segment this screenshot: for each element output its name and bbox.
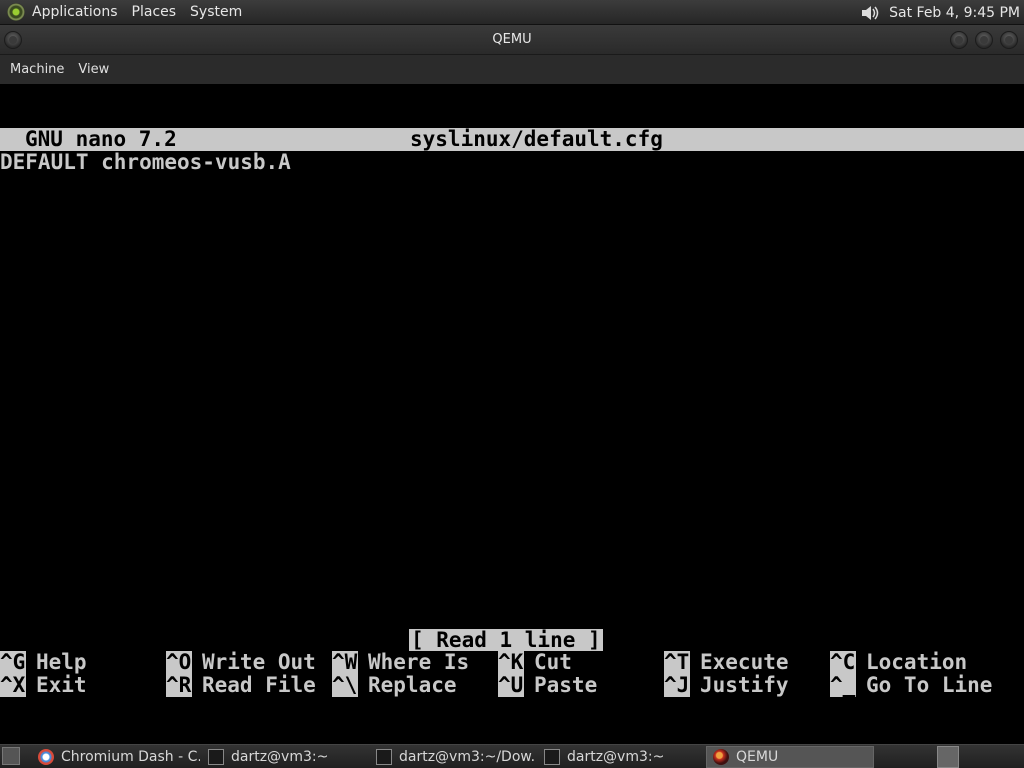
- shortcut-key: ^G: [0, 650, 26, 674]
- shortcut-location[interactable]: ^C Location: [830, 651, 967, 674]
- maximize-button[interactable]: [975, 31, 993, 49]
- shortcut-key: ^X: [0, 673, 26, 697]
- task-qemu[interactable]: QEMU: [706, 746, 874, 768]
- window-titlebar[interactable]: QEMU: [0, 25, 1024, 55]
- applications-menu[interactable]: Applications: [25, 0, 125, 25]
- shortcut-where-is[interactable]: ^W Where Is: [332, 651, 469, 674]
- taskbar: Chromium Dash - C... dartz@vm3:~ dartz@v…: [0, 744, 1024, 768]
- chromium-icon: [38, 749, 54, 765]
- task-label: dartz@vm3:~: [231, 749, 329, 765]
- shortcut-label: Go To Line: [866, 673, 993, 697]
- shortcut-label: Write Out: [202, 650, 316, 674]
- task-chromium[interactable]: Chromium Dash - C...: [32, 746, 200, 768]
- nano-title-bar: GNU nano 7.2 syslinux/default.cfg: [0, 128, 1024, 151]
- shortcut-label: Paste: [534, 673, 598, 697]
- shortcut-label: Where Is: [368, 650, 470, 674]
- shortcut-go-to-line[interactable]: ^_ Go To Line: [830, 674, 992, 697]
- clock[interactable]: Sat Feb 4, 9:45 PM: [889, 5, 1020, 21]
- shortcut-key: ^T: [664, 650, 690, 674]
- show-desktop-icon[interactable]: [2, 747, 20, 765]
- task-terminal-2[interactable]: dartz@vm3:~/Dow...: [370, 746, 536, 768]
- nano-status-message: [ Read 1 line ]: [409, 628, 603, 652]
- panel-tray: Sat Feb 4, 9:45 PM: [859, 0, 1020, 25]
- workspace-qemu-icon[interactable]: [937, 746, 959, 768]
- shortcut-label: Justify: [700, 673, 789, 697]
- qemu-icon: [713, 749, 729, 765]
- shortcut-key: ^R: [166, 673, 192, 697]
- nano-filename: syslinux/default.cfg: [410, 127, 663, 151]
- file-content-line[interactable]: DEFAULT chromeos-vusb.A: [0, 151, 291, 174]
- shortcut-label: Replace: [368, 673, 457, 697]
- shortcut-key: ^C: [830, 650, 856, 674]
- gnome-foot-icon[interactable]: [7, 3, 25, 21]
- shortcut-key: ^J: [664, 673, 690, 697]
- task-terminal-1[interactable]: dartz@vm3:~: [202, 746, 368, 768]
- shortcut-key: ^_: [830, 673, 856, 697]
- window-title: QEMU: [492, 32, 532, 47]
- shortcut-label: Location: [866, 650, 968, 674]
- nano-version: GNU nano 7.2: [25, 127, 177, 151]
- terminal-icon: [376, 749, 392, 765]
- shortcut-key: ^W: [332, 650, 358, 674]
- task-label: QEMU: [736, 749, 779, 765]
- terminal-icon: [208, 749, 224, 765]
- close-button[interactable]: [1000, 31, 1018, 49]
- vm-display[interactable]: GNU nano 7.2 syslinux/default.cfg DEFAUL…: [0, 84, 1024, 697]
- system-menu[interactable]: System: [183, 0, 249, 25]
- task-label: dartz@vm3:~: [567, 749, 665, 765]
- shortcut-execute[interactable]: ^T Execute: [664, 651, 789, 674]
- shortcut-key: ^K: [498, 650, 524, 674]
- task-label: dartz@vm3:~/Dow...: [399, 749, 536, 765]
- places-menu[interactable]: Places: [125, 0, 184, 25]
- terminal-icon: [544, 749, 560, 765]
- machine-menu[interactable]: Machine: [3, 55, 71, 84]
- task-terminal-3[interactable]: dartz@vm3:~: [538, 746, 704, 768]
- shortcut-help[interactable]: ^G Help: [0, 651, 87, 674]
- shortcut-replace[interactable]: ^\ Replace: [332, 674, 457, 697]
- shortcut-paste[interactable]: ^U Paste: [498, 674, 597, 697]
- shortcut-write-out[interactable]: ^O Write Out: [166, 651, 316, 674]
- shortcut-read-file[interactable]: ^R Read File: [166, 674, 316, 697]
- shortcut-exit[interactable]: ^X Exit: [0, 674, 87, 697]
- shortcut-label: Help: [36, 650, 87, 674]
- task-label: Chromium Dash - C...: [61, 749, 200, 765]
- volume-icon[interactable]: [859, 2, 881, 24]
- shortcut-label: Cut: [534, 650, 572, 674]
- shortcut-justify[interactable]: ^J Justify: [664, 674, 789, 697]
- shortcut-key: ^O: [166, 650, 192, 674]
- shortcut-label: Read File: [202, 673, 316, 697]
- shortcut-key: ^U: [498, 673, 524, 697]
- shortcut-label: Exit: [36, 673, 87, 697]
- shortcut-cut[interactable]: ^K Cut: [498, 651, 572, 674]
- minimize-button[interactable]: [950, 31, 968, 49]
- shortcut-key: ^\: [332, 673, 358, 697]
- qemu-menubar: Machine View: [0, 55, 1024, 84]
- top-panel: Applications Places System Sat Feb 4, 9:…: [0, 0, 1024, 25]
- shortcut-label: Execute: [700, 650, 789, 674]
- view-menu[interactable]: View: [71, 55, 116, 84]
